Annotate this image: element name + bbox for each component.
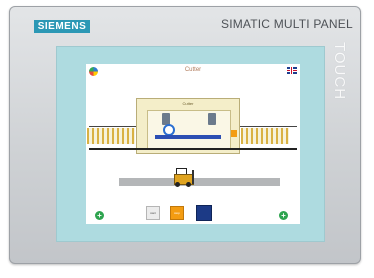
stop-button[interactable]: stop — [170, 206, 184, 220]
cutter-machine: Cutter — [136, 98, 240, 154]
plus-circle-icon[interactable]: + — [279, 211, 288, 220]
conveyor-right — [241, 128, 289, 144]
status-button[interactable] — [196, 205, 212, 221]
screen-title: Cutter — [184, 67, 202, 73]
start-button[interactable]: start — [146, 206, 160, 220]
cutting-bay — [147, 110, 231, 150]
touch-label: TOUCH — [331, 42, 348, 101]
floor-track — [119, 178, 280, 186]
globe-icon[interactable] — [89, 67, 98, 76]
motor-right — [208, 113, 216, 125]
conveyor-left — [87, 128, 135, 144]
model-name: SIMATIC MULTI PANEL — [221, 17, 353, 31]
machine-label: Cutter — [182, 101, 194, 106]
forklift-wheel — [175, 182, 180, 187]
workpiece — [155, 135, 221, 139]
rail-bottom — [89, 148, 297, 150]
uk-flag-icon[interactable] — [287, 67, 297, 74]
forklift-mast — [192, 170, 194, 184]
brand-logo: SIEMENS — [34, 20, 90, 33]
plus-circle-icon[interactable]: + — [95, 211, 104, 220]
hmi-screen: Cutter Cutter + + start stop — [86, 64, 300, 224]
forklift-icon — [168, 168, 198, 188]
machine-side-button[interactable] — [231, 130, 237, 137]
forklift-wheel — [186, 182, 191, 187]
